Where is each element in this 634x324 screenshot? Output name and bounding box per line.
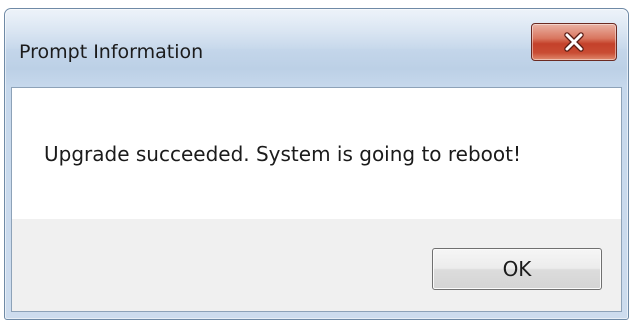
dialog-title: Prompt Information bbox=[19, 41, 204, 63]
dialog-content: Upgrade succeeded. System is going to re… bbox=[11, 87, 622, 312]
message-text: Upgrade succeeded. System is going to re… bbox=[44, 142, 522, 166]
prompt-dialog: Prompt Information Upgrade succeeded. Sy… bbox=[4, 8, 629, 320]
close-icon bbox=[564, 32, 584, 52]
close-button[interactable] bbox=[531, 23, 617, 61]
message-area: Upgrade succeeded. System is going to re… bbox=[12, 88, 621, 219]
title-bar[interactable]: Prompt Information bbox=[5, 9, 628, 85]
ok-button[interactable]: OK bbox=[432, 248, 602, 290]
